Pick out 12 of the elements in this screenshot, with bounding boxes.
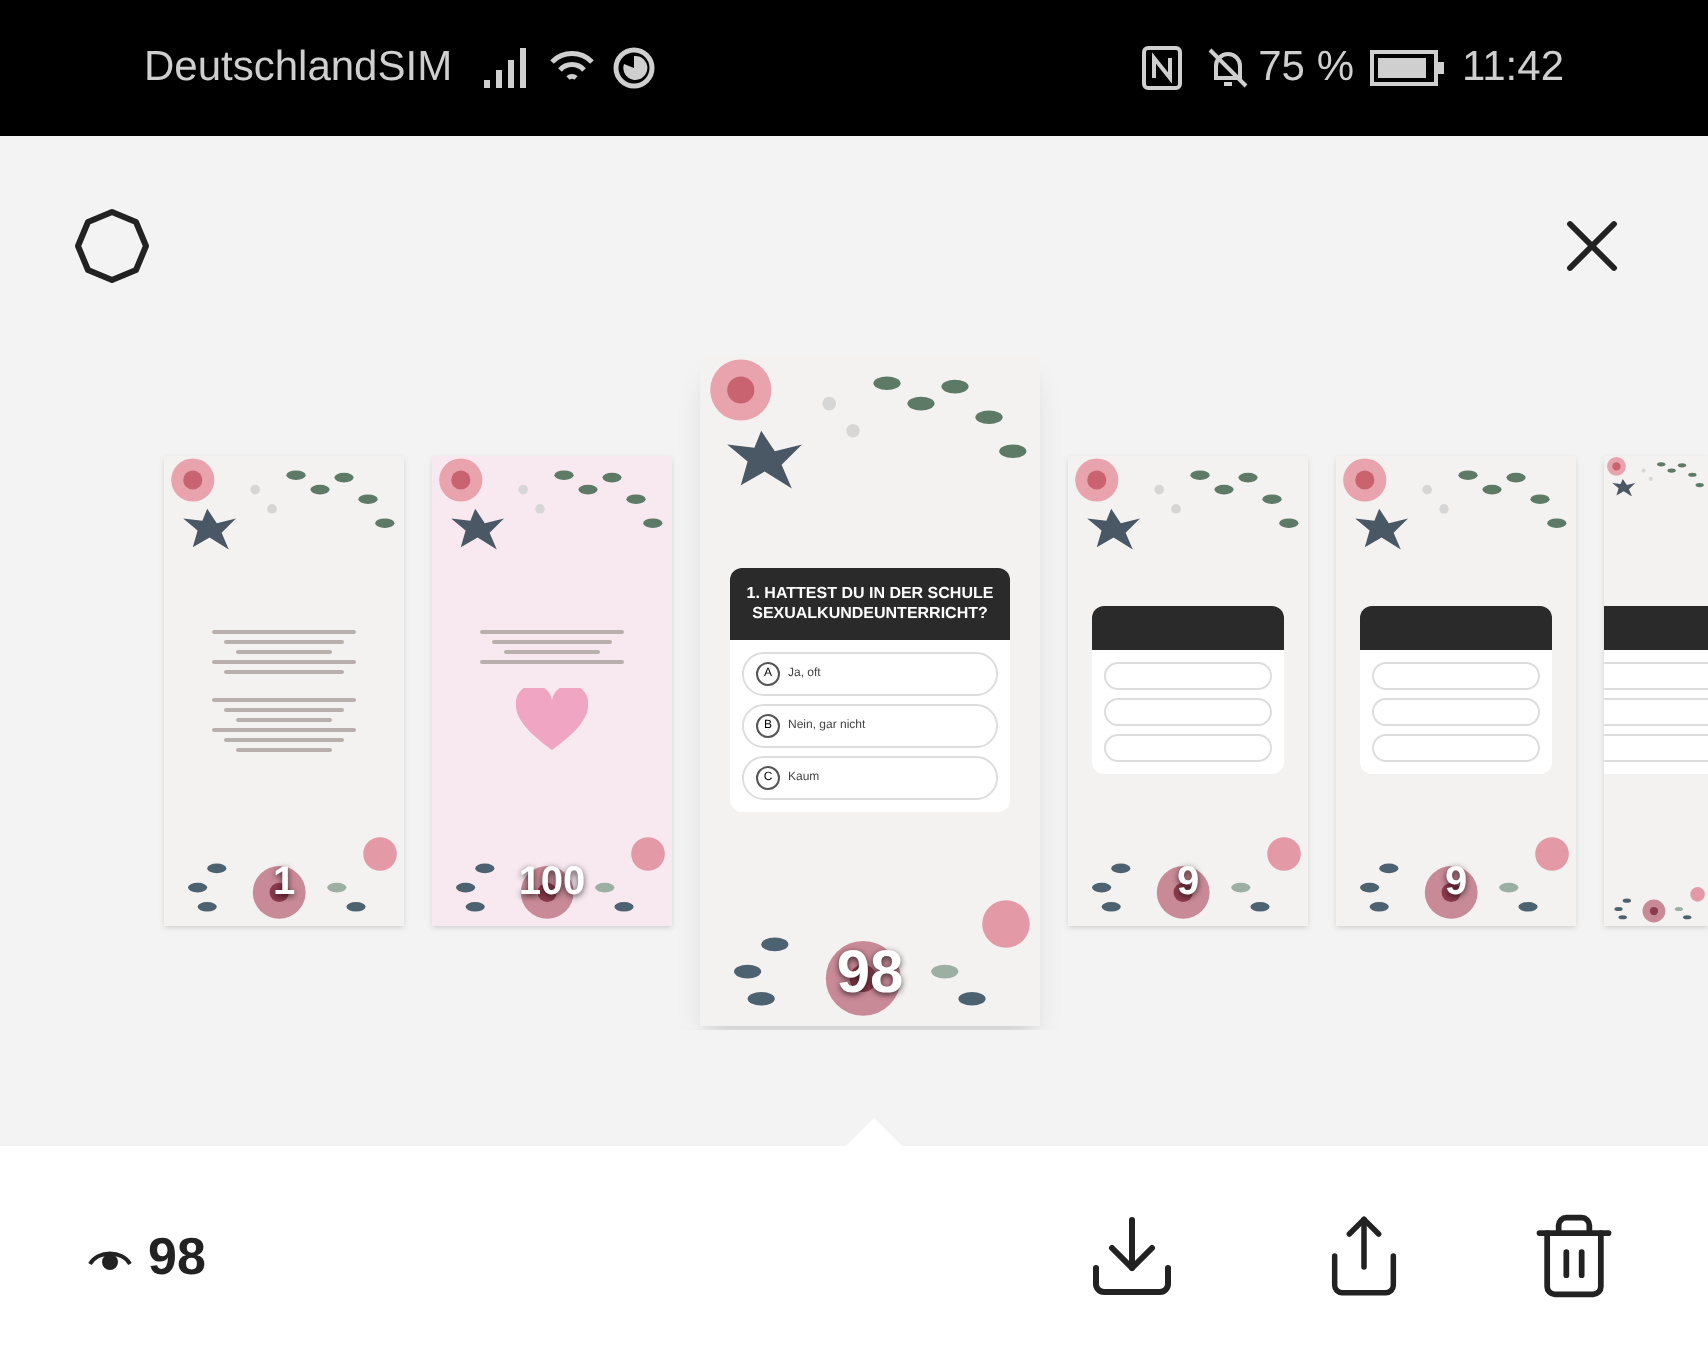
clock-time: 11:42 <box>1462 42 1564 95</box>
floral-drawing <box>1604 455 1708 497</box>
carrier-name: DeutschlandSIM <box>144 42 453 95</box>
battery-icon <box>1370 50 1446 86</box>
poll-question: 1. HATTEST DU IN DER SCHULE SEXUALKUNDEUNTERRICHT? <box>730 568 1010 640</box>
story-thumbnail[interactable] <box>1604 455 1708 925</box>
battery-percent: 75 % <box>1258 42 1354 95</box>
settings-icon[interactable] <box>72 206 152 286</box>
nfc-icon <box>1142 46 1183 90</box>
timer-icon <box>612 46 657 90</box>
muted-bell-icon <box>1206 46 1251 90</box>
views-count: 98 <box>148 1223 206 1289</box>
